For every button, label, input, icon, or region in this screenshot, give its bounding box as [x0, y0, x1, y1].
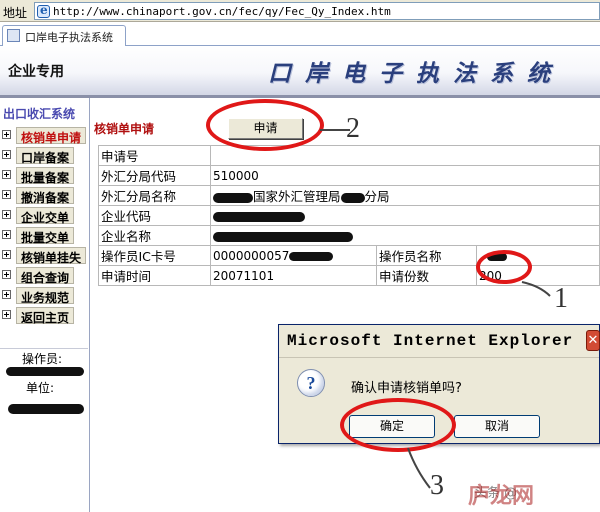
sidebar-item-port-filing[interactable]: 口岸备案 [0, 146, 88, 165]
expand-icon[interactable] [2, 270, 11, 279]
address-input[interactable]: http://www.chinaport.gov.cn/fec/qy/Fec_Q… [34, 2, 600, 20]
unit-label: 单位: [26, 381, 55, 395]
sidebar-item-cancel-filing[interactable]: 撤消备案 [0, 186, 88, 205]
sidebar-item-label[interactable]: 撤消备案 [16, 187, 75, 205]
close-icon[interactable]: ✕ [586, 330, 600, 351]
address-bar: 地址 http://www.chinaport.gov.cn/fec/qy/Fe… [0, 0, 600, 22]
sidebar-item-home[interactable]: 返回主页 [0, 306, 88, 325]
sidebar-item-label[interactable]: 核销单挂失 [16, 247, 87, 265]
tab-title: 口岸电子执法系统 [25, 31, 113, 44]
question-icon: ? [297, 369, 325, 397]
address-url[interactable]: http://www.chinaport.gov.cn/fec/qy/Fec_Q… [53, 5, 391, 18]
sidebar-item-label[interactable]: 核销单申请 [16, 127, 87, 145]
operator-ic-value: 0000000057 [210, 245, 377, 266]
sidebar-item-label[interactable]: 批量交单 [16, 227, 75, 245]
tab-strip: 口岸电子执法系统 [0, 22, 600, 46]
sidebar: 出口收汇系统 核销单申请 口岸备案 批量备案 撤消备案 企业交单 批量交单 核销… [0, 98, 90, 512]
section-title: 核销单申请 [94, 122, 155, 136]
field-label: 企业代码 [98, 205, 211, 226]
sidebar-item-batch-submit[interactable]: 批量交单 [0, 226, 88, 245]
watermark-logo: 庐龙网 [468, 483, 535, 508]
address-label: 地址 [3, 6, 28, 20]
expand-icon[interactable] [2, 190, 11, 199]
field-label: 申请号 [98, 145, 211, 166]
sidebar-title: 出口收汇系统 [3, 107, 76, 121]
expand-icon[interactable] [2, 150, 11, 159]
redaction [213, 231, 353, 242]
field-label: 申请时间 [98, 265, 211, 286]
field-label: 外汇分局代码 [98, 165, 211, 186]
expand-icon[interactable] [2, 250, 11, 259]
table-row: 外汇分局代码 510000 [98, 165, 600, 186]
sidebar-divider [0, 348, 88, 349]
system-title: 口岸电子执法系统 [268, 61, 564, 86]
table-row: 企业代码 [98, 205, 600, 226]
field-label: 企业名称 [98, 225, 211, 246]
enterprise-name-value [210, 225, 600, 246]
bureau-name-value: 国家外汇管理局 分局 [210, 185, 600, 206]
annotation-number-3: 3 [430, 470, 444, 501]
operator-ic-text: 0000000057 [213, 248, 290, 263]
redaction [289, 251, 334, 261]
redaction [8, 404, 84, 414]
dialog-titlebar[interactable]: Microsoft Internet Explorer [279, 325, 599, 358]
redaction [213, 211, 305, 222]
field-label: 外汇分局名称 [98, 185, 211, 206]
sidebar-item-label[interactable]: 业务规范 [16, 287, 75, 305]
operator-label: 操作员: [22, 352, 63, 366]
dialog-message: 确认申请核销单吗? [351, 381, 462, 396]
dialog-title: Microsoft Internet Explorer [287, 332, 574, 350]
sidebar-item-label[interactable]: 返回主页 [16, 307, 75, 325]
redaction [340, 192, 365, 203]
bureau-name-part: 国家外汇管理局 [253, 189, 341, 204]
expand-icon[interactable] [2, 210, 11, 219]
table-row: 外汇分局名称 国家外汇管理局 分局 [98, 185, 600, 206]
redaction [213, 192, 253, 203]
app-header: 企业专用 口岸电子执法系统 [0, 46, 600, 95]
field-label: 操作员名称 [376, 245, 477, 266]
enterprise-code-value [210, 205, 600, 226]
sidebar-item-combined-query[interactable]: 组合查询 [0, 266, 88, 285]
expand-icon[interactable] [2, 310, 11, 319]
bureau-name-part: 分局 [364, 189, 390, 204]
sidebar-item-label[interactable]: 企业交单 [16, 207, 75, 225]
browser-tab[interactable]: 口岸电子执法系统 [2, 25, 126, 46]
expand-icon[interactable] [2, 230, 11, 239]
annotation-number-2: 2 [346, 113, 360, 144]
annotation-circle-ok [340, 398, 456, 452]
sidebar-item-label[interactable]: 口岸备案 [16, 147, 75, 165]
apply-time-value: 20071101 [210, 265, 377, 286]
annotation-number-1: 1 [554, 283, 568, 314]
sidebar-item-label[interactable]: 批量备案 [16, 167, 75, 185]
sidebar-item-business-rules[interactable]: 业务规范 [0, 286, 88, 305]
sidebar-item-batch-filing[interactable]: 批量备案 [0, 166, 88, 185]
ie-page-icon [37, 3, 50, 18]
bureau-code-value: 510000 [210, 165, 600, 186]
table-row: 企业名称 [98, 225, 600, 246]
sidebar-item-label[interactable]: 组合查询 [16, 267, 75, 285]
redaction [6, 367, 84, 376]
field-label: 申请份数 [376, 265, 477, 286]
sidebar-item-report-loss[interactable]: 核销单挂失 [0, 246, 88, 265]
sidebar-item-verification-apply[interactable]: 核销单申请 [0, 126, 88, 145]
enterprise-label: 企业专用 [8, 63, 64, 79]
table-row: 申请号 [98, 145, 600, 166]
annotation-circle-apply [206, 99, 324, 151]
page-icon [7, 29, 20, 42]
cancel-button[interactable]: 取消 [454, 415, 540, 438]
expand-icon[interactable] [2, 170, 11, 179]
header-divider [0, 95, 600, 98]
sidebar-item-enterprise-submit[interactable]: 企业交单 [0, 206, 88, 225]
expand-icon[interactable] [2, 130, 11, 139]
expand-icon[interactable] [2, 290, 11, 299]
field-label: 操作员IC卡号 [98, 245, 211, 266]
